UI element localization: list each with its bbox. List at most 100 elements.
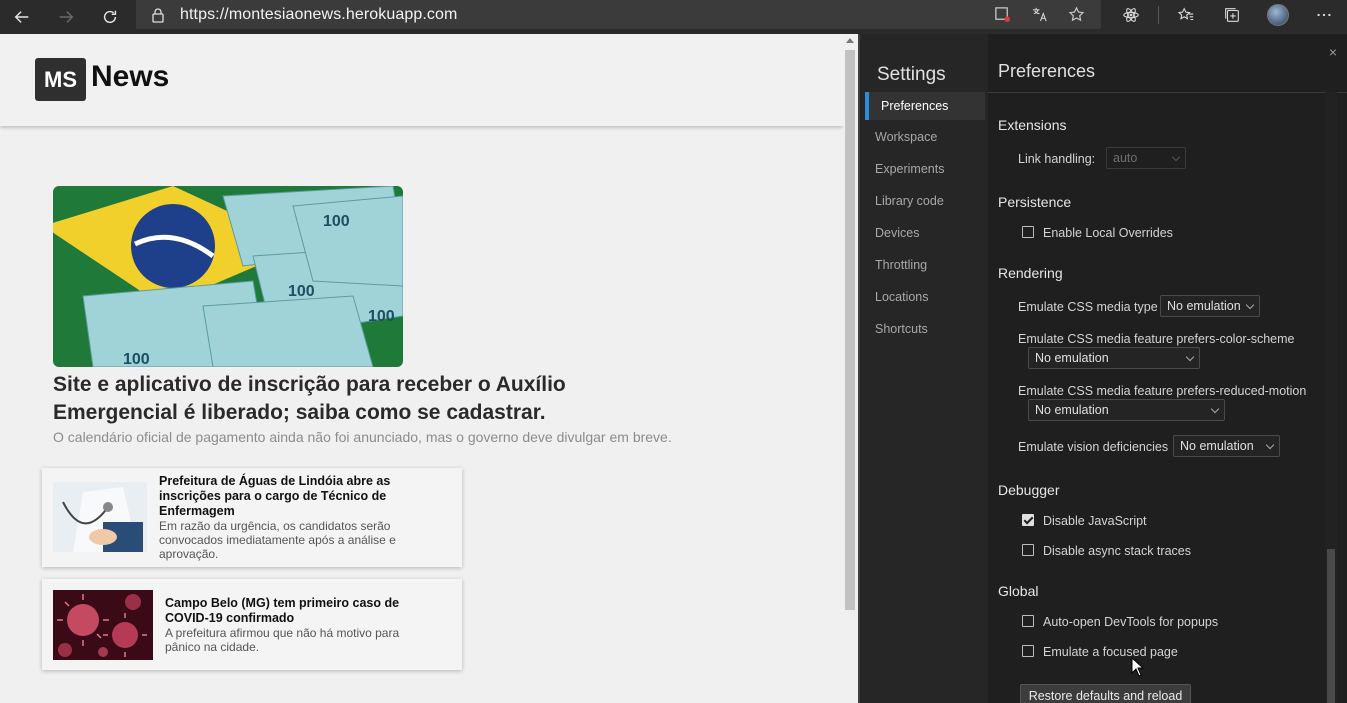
logo-text[interactable]: News xyxy=(91,60,169,94)
news-card-title[interactable]: Prefeitura de Águas de Lindóia abre as i… xyxy=(159,474,439,519)
news-card-desc: Em razão da urgência, os candidatos serã… xyxy=(159,519,396,561)
color-scheme-value: No emulation xyxy=(1035,351,1109,365)
section-rendering: Rendering xyxy=(998,265,1063,281)
nurse-thumbnail xyxy=(53,482,147,552)
link-handling-label: Link handling: xyxy=(1018,152,1096,166)
auto-open-label[interactable]: Auto-open DevTools for popups xyxy=(1043,615,1218,629)
section-debugger: Debugger xyxy=(998,482,1060,498)
scroll-up-arrow-icon[interactable] xyxy=(846,38,854,43)
settings-nav-shortcuts[interactable]: Shortcuts xyxy=(865,315,985,343)
back-button[interactable] xyxy=(0,0,44,34)
react-devtools-icon xyxy=(1123,7,1139,22)
settings-nav-locations[interactable]: Locations xyxy=(865,283,985,311)
chevron-down-icon xyxy=(1265,440,1275,450)
reduced-motion-label: Emulate CSS media feature prefers-reduce… xyxy=(1018,384,1307,398)
profile-button[interactable] xyxy=(1255,0,1301,29)
disable-js-label[interactable]: Disable JavaScript xyxy=(1043,514,1147,528)
refresh-icon xyxy=(103,10,117,24)
svg-text:100: 100 xyxy=(288,283,315,300)
media-type-label: Emulate CSS media type xyxy=(1018,300,1158,314)
site-header: MS News xyxy=(0,34,843,126)
virus-thumbnail xyxy=(53,590,153,660)
auto-open-checkbox[interactable] xyxy=(1022,615,1034,627)
favorite-star-icon xyxy=(1068,6,1085,22)
react-devtools-button[interactable] xyxy=(1108,0,1154,29)
settings-nav-devices[interactable]: Devices xyxy=(865,219,985,247)
settings-nav-throttling[interactable]: Throttling xyxy=(865,251,985,279)
tracking-block-button[interactable] xyxy=(984,0,1021,29)
chevron-down-icon xyxy=(1210,404,1220,414)
tracking-block-icon xyxy=(995,7,1011,23)
preferences-heading: Preferences xyxy=(998,61,1096,81)
close-icon[interactable]: × xyxy=(1329,44,1337,60)
collections-button[interactable] xyxy=(1209,0,1255,29)
profile-avatar xyxy=(1267,3,1289,26)
color-scheme-label: Emulate CSS media feature prefers-color-… xyxy=(1018,332,1295,346)
disable-async-label[interactable]: Disable async stack traces xyxy=(1043,544,1191,558)
settings-sidebar: Settings Preferences Workspace Experimen… xyxy=(860,34,988,703)
hero-subtitle: O calendário oficial de pagamento ainda … xyxy=(53,429,672,445)
page-scrollbar-thumb[interactable] xyxy=(845,50,855,610)
media-type-value: No emulation xyxy=(1167,299,1241,313)
settings-nav-workspace[interactable]: Workspace xyxy=(865,123,985,151)
restore-defaults-button[interactable]: Restore defaults and reload xyxy=(1020,684,1191,703)
settings-nav-library-code[interactable]: Library code xyxy=(865,187,985,215)
news-card-1[interactable]: Prefeitura de Águas de Lindóia abre as i… xyxy=(42,468,462,567)
news-card-desc: A prefeitura afirmou que não há motivo p… xyxy=(165,626,400,654)
link-handling-select[interactable]: auto xyxy=(1106,147,1186,169)
mouse-cursor-icon xyxy=(1131,657,1145,677)
settings-scrollbar-thumb[interactable] xyxy=(1327,549,1335,703)
media-type-select[interactable]: No emulation xyxy=(1160,295,1260,317)
focused-page-checkbox[interactable] xyxy=(1022,645,1034,657)
more-menu-button[interactable] xyxy=(1301,0,1347,29)
logo-mark[interactable]: MS xyxy=(35,58,86,101)
svg-text:100: 100 xyxy=(368,308,395,325)
translate-button[interactable] xyxy=(1021,0,1058,29)
news-card-2[interactable]: Campo Belo (MG) tem primeiro caso de COV… xyxy=(42,579,462,670)
color-scheme-select[interactable]: No emulation xyxy=(1028,347,1200,369)
reduced-motion-select[interactable]: No emulation xyxy=(1028,399,1225,421)
favorites-button[interactable] xyxy=(1163,0,1209,29)
toolbar-separator xyxy=(1158,5,1159,24)
focused-page-label[interactable]: Emulate a focused page xyxy=(1043,645,1178,659)
brazil-flag-money-image: 100 100 100 100 xyxy=(53,186,403,367)
svg-text:100: 100 xyxy=(123,351,150,367)
link-handling-value: auto xyxy=(1113,151,1138,165)
hero-headline[interactable]: Site e aplicativo de inscrição para rece… xyxy=(53,371,653,427)
devtools-panel: Settings Preferences Workspace Experimen… xyxy=(860,34,1347,703)
local-overrides-checkbox[interactable] xyxy=(1022,226,1034,238)
more-menu-icon xyxy=(1317,13,1331,16)
page-viewport: MS News 100 100 100 100 Site e aplicativ xyxy=(0,34,843,703)
disable-js-checkbox[interactable] xyxy=(1022,514,1034,526)
reduced-motion-value: No emulation xyxy=(1035,403,1109,417)
section-global: Global xyxy=(998,583,1039,599)
section-extensions: Extensions xyxy=(998,117,1067,133)
chevron-down-icon xyxy=(1185,352,1195,362)
chevron-down-icon xyxy=(1171,152,1181,162)
vision-deficiency-label: Emulate vision deficiencies xyxy=(1018,440,1169,454)
favorite-button[interactable] xyxy=(1058,0,1095,29)
header-divider xyxy=(988,92,1347,93)
local-overrides-label[interactable]: Enable Local Overrides xyxy=(1043,226,1173,240)
refresh-button[interactable] xyxy=(88,0,132,34)
vision-deficiency-select[interactable]: No emulation xyxy=(1173,435,1280,457)
settings-nav-experiments[interactable]: Experiments xyxy=(865,155,985,183)
arrow-right-icon xyxy=(59,11,74,23)
preferences-panel: Preferences × Extensions Link handling: … xyxy=(988,34,1347,703)
hero-image[interactable]: 100 100 100 100 xyxy=(53,186,403,367)
settings-title: Settings xyxy=(877,64,946,85)
news-card-title[interactable]: Campo Belo (MG) tem primeiro caso de COV… xyxy=(165,596,435,626)
section-persistence: Persistence xyxy=(998,194,1072,210)
url-text[interactable]: https://montesiaonews.herokuapp.com xyxy=(180,6,457,24)
address-bar[interactable]: https://montesiaonews.herokuapp.com xyxy=(136,0,1101,29)
disable-async-checkbox[interactable] xyxy=(1022,544,1034,556)
settings-nav-preferences[interactable]: Preferences xyxy=(865,92,985,120)
vision-deficiency-value: No emulation xyxy=(1180,439,1254,453)
chevron-down-icon xyxy=(1245,300,1255,310)
translate-icon xyxy=(1032,7,1047,22)
arrow-left-icon xyxy=(14,11,29,23)
favorites-icon xyxy=(1177,6,1194,20)
collections-icon xyxy=(1225,7,1239,22)
forward-button[interactable] xyxy=(44,0,88,34)
lock-icon xyxy=(152,7,164,23)
